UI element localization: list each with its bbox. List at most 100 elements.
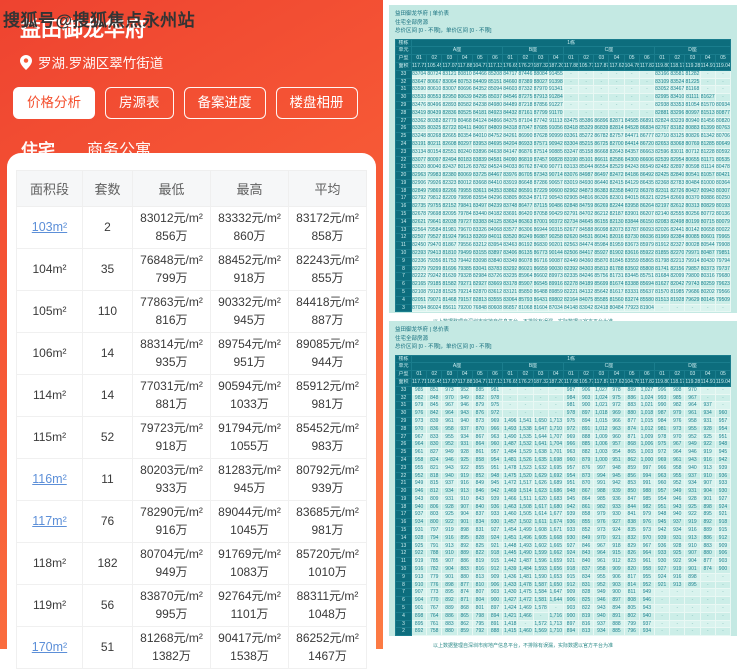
- price-cell: 82954: [669, 155, 686, 165]
- table-row: 119m² 56 83870元/m² 995万 92764元/m² 1101万 88311元…: [16, 584, 367, 627]
- price-cell: 86545: [532, 280, 549, 290]
- price-cell: 89802: [547, 295, 564, 305]
- price-cell: 945: [653, 518, 671, 528]
- area-link[interactable]: 170m²: [32, 640, 67, 654]
- price-cell: 82244: [608, 202, 625, 212]
- area-link[interactable]: 117m²: [32, 514, 67, 528]
- price-cell: 82529: [608, 163, 625, 173]
- price-cell: 87970: [532, 85, 549, 95]
- price-cell: 925: [410, 541, 428, 551]
- price-cell: 776: [426, 580, 443, 590]
- price-cell: 1,644: [547, 596, 564, 606]
- price-analysis-button[interactable]: 价格分析: [13, 87, 95, 119]
- price-cell: 940: [638, 611, 656, 621]
- price-cell: 84409: [471, 77, 488, 87]
- price-cell: 85101: [578, 155, 595, 165]
- price-cell: 80541: [684, 171, 701, 180]
- price-cell: 83691: [502, 210, 519, 219]
- price-cell: 84695: [486, 139, 504, 149]
- grid-row: 13 925 791 913 892 825 921 1,448 1,493 1,602 1,665…: [395, 541, 732, 551]
- price-cell: 79784: [456, 210, 473, 219]
- price-cell: 897: [562, 619, 580, 629]
- price-cell: 87058: [532, 210, 549, 219]
- price-cell: 825: [578, 596, 595, 606]
- price-cell: 87229: [532, 186, 549, 196]
- floor-label: 12: [395, 233, 412, 243]
- area-link[interactable]: 116m²: [32, 472, 67, 486]
- listings-button[interactable]: 房源表: [105, 87, 174, 119]
- price-cell: 79755: [426, 202, 443, 212]
- price-cell: 1,436: [502, 572, 519, 582]
- price-cell: 1,502: [517, 518, 534, 528]
- price-cell: 81810: [441, 249, 458, 258]
- price-cell: 1,641: [532, 440, 549, 450]
- price-cell: 904: [456, 510, 473, 520]
- price-cell: 967: [684, 393, 701, 403]
- price-cell: 882: [578, 448, 595, 457]
- price-cell: -: [593, 77, 610, 87]
- price-cell: 1,454: [502, 526, 519, 535]
- price-cell: 83292: [502, 264, 519, 274]
- price-cell: 1,012: [638, 424, 656, 434]
- price-cell: 876: [578, 463, 595, 473]
- price-cell: 976: [638, 518, 656, 528]
- price-cell: 83109: [653, 77, 671, 87]
- table-row: 116m² 11 80203元/m² 933万 81283元/m² 945万 80792元/…: [16, 458, 367, 501]
- price-cell: 80696: [456, 85, 473, 95]
- table-row: 105m² 110 77863元/m² 816万 90332元/m² 945万 84418元…: [16, 290, 367, 333]
- grid-header-cell: 05: [471, 54, 488, 63]
- area-link[interactable]: 103m²: [32, 220, 67, 234]
- price-cell: 91398: [547, 77, 564, 87]
- price-cell: 81928: [669, 295, 686, 305]
- price-cell: 1,695: [547, 463, 564, 473]
- price-cell: 84239: [486, 202, 504, 212]
- price-cell: 79743: [684, 280, 701, 290]
- price-cell: 843: [578, 549, 595, 559]
- price-cell: 903: [562, 604, 580, 613]
- price-cell: 901: [684, 565, 701, 574]
- price-cell: -: [502, 385, 519, 395]
- price-cell: 966: [653, 463, 671, 473]
- price-cell: 80183: [456, 155, 473, 165]
- total-price-table: 楼栋 1栋 单元 A座 B座 C座 D座 户型 01 02 03 04 05 06 01 02 03 04 01 02…: [395, 354, 732, 637]
- price-cell: 83730: [623, 233, 640, 243]
- price-cell: 81168: [684, 85, 701, 95]
- price-cell: 879: [578, 455, 595, 465]
- price-cell: 939: [562, 510, 580, 520]
- price-cell: 84243: [623, 163, 640, 173]
- price-cell: -: [593, 85, 610, 95]
- grid-header-cell: 114.91: [699, 61, 716, 71]
- price-cell: 86891: [638, 116, 656, 126]
- price-cell: 82612: [669, 202, 686, 212]
- price-cell: 82678: [410, 210, 428, 219]
- price-cell: 1,677: [547, 510, 564, 520]
- price-cell: 830: [426, 440, 443, 450]
- price-cell: 1,015: [638, 416, 656, 426]
- price-cell: 1,487: [517, 557, 534, 567]
- price-cell: 84010: [471, 132, 488, 141]
- floor-label: 13: [395, 225, 412, 235]
- floor-label: 7: [395, 272, 412, 282]
- price-cell: 79680: [714, 272, 732, 282]
- grid-header-cell: 06: [486, 370, 504, 379]
- price-cell: 85580: [638, 295, 656, 305]
- price-cell: -: [714, 69, 732, 79]
- price-cell: -: [669, 604, 686, 613]
- price-cell: 83248: [410, 132, 428, 141]
- grid-row: 22 952 818 940 919 852 948 1,475 1,520 1,629 1,692…: [395, 471, 732, 481]
- price-cell: 853: [623, 479, 640, 489]
- price-cell: 973: [441, 385, 458, 395]
- price-cell: 934: [638, 627, 656, 637]
- price-cell: 874: [699, 565, 716, 574]
- price-cell: 80487: [699, 249, 716, 258]
- price-cell: 80028: [684, 241, 701, 251]
- price-cell: 894: [608, 604, 625, 613]
- filing-progress-button[interactable]: 备案进度: [183, 87, 266, 119]
- price-cell: 84147: [502, 147, 519, 157]
- photo-album-button[interactable]: 楼盘相册: [275, 87, 358, 119]
- floor-label: 19: [395, 494, 412, 504]
- price-cell: 819: [578, 611, 595, 621]
- price-cell: -: [684, 604, 701, 613]
- price-cell: 804: [471, 596, 488, 606]
- price-cell: 859: [456, 627, 473, 637]
